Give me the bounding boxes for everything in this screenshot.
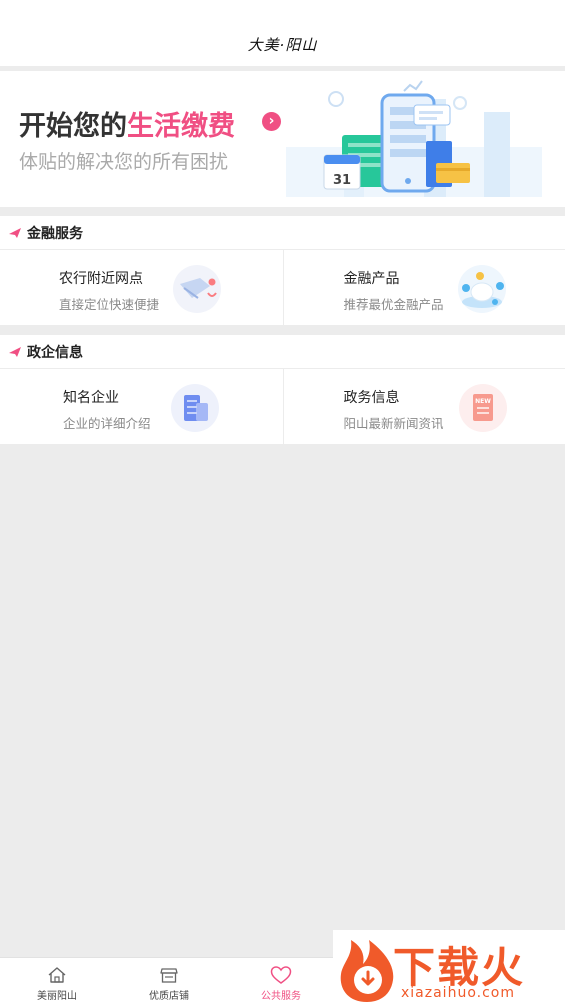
finance-products-title: 金融产品 — [343, 271, 400, 287]
banner-arrow-icon[interactable]: › — [262, 112, 281, 131]
gov-news-title: 政务信息 — [343, 390, 400, 406]
shop-icon — [160, 968, 178, 983]
tab-home-label: 美丽阳山 — [37, 991, 77, 1002]
bill-payment-illustration: 31 — [286, 80, 542, 197]
finance-products-card[interactable]: 金融产品 推荐最优金融产品 — [282, 250, 565, 325]
news-badge: NEW — [475, 398, 491, 405]
banner-subtitle: 体贴的解决您的所有困扰 — [19, 151, 229, 173]
tab-home[interactable]: 美丽阳山 — [2, 958, 112, 1005]
branch-locator-title: 农行附近网点 — [59, 271, 143, 287]
flame-logo-icon — [340, 940, 394, 1002]
watermark: 下载火 xiazaihuo.com — [333, 930, 565, 1005]
finance-section-header: 金融服务 — [0, 216, 565, 250]
tab-public-services[interactable]: 公共服务 — [226, 958, 336, 1005]
gov-grid: 知名企业 企业的详细介绍 政务信息 阳山最新新闻资讯 NEW — [0, 369, 565, 444]
banner-title: 开始您的生活缴费 — [19, 104, 235, 143]
payment-banner[interactable]: 开始您的生活缴费 › 体贴的解决您的所有困扰 31 — [0, 71, 565, 207]
banner-title-accent: 生活缴费 — [127, 111, 235, 142]
branch-locator-subtitle: 直接定位快速便捷 — [59, 297, 160, 312]
app-logo: 大美·阳山 — [247, 35, 318, 54]
paper-plane-icon — [9, 227, 21, 238]
finance-products-subtitle: 推荐最优金融产品 — [343, 297, 444, 312]
paper-plane-icon — [9, 346, 21, 357]
gov-news-subtitle: 阳山最新新闻资讯 — [343, 416, 444, 431]
gov-section-title: 政企信息 — [27, 344, 83, 361]
enterprise-title: 知名企业 — [63, 390, 119, 406]
finance-grid: 农行附近网点 直接定位快速便捷 金融产品 推荐最优金融产品 — [0, 250, 565, 325]
watermark-url: xiazaihuo.com — [401, 985, 515, 1001]
gov-section-header: 政企信息 — [0, 335, 565, 369]
tab-public-services-label: 公共服务 — [261, 991, 301, 1002]
tab-shops[interactable]: 优质店铺 — [114, 958, 224, 1005]
finance-section: 金融服务 农行附近网点 直接定位快速便捷 金融产品 推荐最优金融产品 — [0, 216, 565, 325]
calendar-number: 31 — [333, 173, 351, 188]
tab-shops-label: 优质店铺 — [149, 991, 189, 1002]
branch-locator-card[interactable]: 农行附近网点 直接定位快速便捷 — [0, 250, 283, 325]
home-icon — [48, 967, 66, 983]
gov-section: 政企信息 知名企业 企业的详细介绍 政务信息 阳山最新新闻资讯 NEW — [0, 335, 565, 444]
map-location-icon — [173, 265, 221, 313]
enterprise-card[interactable]: 知名企业 企业的详细介绍 — [0, 369, 283, 444]
banner-title-plain: 开始您的 — [19, 111, 127, 142]
gov-news-card[interactable]: 政务信息 阳山最新新闻资讯 NEW — [282, 369, 565, 444]
finance-section-title: 金融服务 — [27, 225, 83, 242]
heart-icon — [270, 966, 292, 984]
news-icon: NEW — [458, 384, 507, 432]
piggy-bank-icon — [457, 265, 506, 313]
app-header: 大美·阳山 — [0, 0, 565, 66]
enterprise-subtitle: 企业的详细介绍 — [63, 416, 151, 431]
building-icon — [171, 384, 219, 432]
